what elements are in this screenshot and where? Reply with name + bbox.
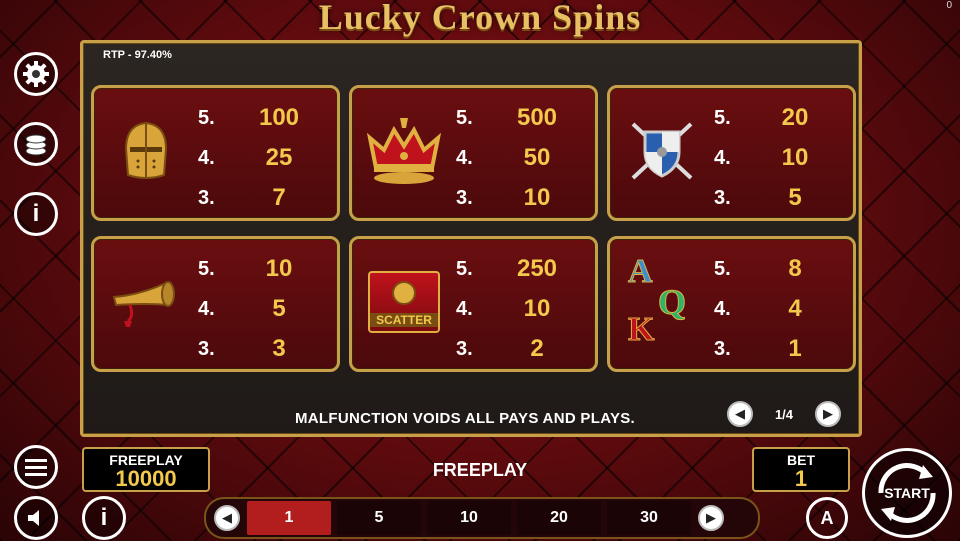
pay-value: 50 bbox=[523, 144, 551, 171]
pay-value: 10 bbox=[781, 144, 809, 171]
paytable-card-shield: 5. 20 4. 10 3. 5 bbox=[607, 85, 856, 221]
chevron-right-icon: ▶ bbox=[706, 510, 716, 525]
pay-count: 4. bbox=[198, 146, 215, 169]
paytable-card-crown: 5. 500 4. 50 3. 10 bbox=[349, 85, 598, 221]
pay-value: 3 bbox=[272, 335, 286, 362]
pay-value: 2 bbox=[530, 335, 544, 362]
pay-value: 25 bbox=[265, 144, 293, 171]
pay-count: 3. bbox=[198, 186, 215, 209]
autoplay-button[interactable]: A bbox=[806, 497, 848, 539]
paytable-panel: RTP - 97.40% 5. 100 4. 25 3. 7 5. 500 4.… bbox=[80, 40, 862, 437]
pay-value: 7 bbox=[272, 184, 286, 211]
pay-value: 20 bbox=[781, 104, 809, 131]
start-label: START bbox=[884, 485, 930, 501]
coins-button[interactable] bbox=[14, 122, 58, 166]
pay-value: 100 bbox=[258, 104, 300, 131]
coin-stack-icon bbox=[25, 134, 47, 156]
crown-icon bbox=[364, 106, 444, 196]
pay-value: 10 bbox=[265, 255, 293, 282]
pay-count: 3. bbox=[714, 186, 731, 209]
rtp-label: RTP - 97.40% bbox=[103, 49, 172, 61]
chevron-right-icon: ▶ bbox=[823, 406, 833, 421]
bet-increase-button[interactable]: ▶ bbox=[698, 505, 724, 531]
pay-value: 5 bbox=[788, 184, 802, 211]
prev-page-button[interactable]: ◀ bbox=[727, 401, 753, 427]
bet-box: BET 1 bbox=[752, 447, 850, 492]
letter-q: Q bbox=[657, 282, 687, 323]
corner-counter: 0 bbox=[946, 0, 952, 11]
chevron-left-icon: ◀ bbox=[735, 406, 745, 421]
bet-option[interactable]: 20 bbox=[517, 501, 601, 535]
malfunction-notice: MALFUNCTION VOIDS ALL PAYS AND PLAYS. bbox=[295, 410, 636, 427]
pay-value: 8 bbox=[788, 255, 802, 282]
info-icon: i bbox=[32, 200, 40, 227]
pay-value: 5 bbox=[272, 295, 286, 322]
pay-value: 250 bbox=[516, 255, 558, 282]
scatter-label: SCATTER bbox=[370, 313, 438, 327]
settings-button[interactable] bbox=[14, 52, 58, 96]
letter-k: K bbox=[627, 311, 655, 349]
scatter-icon: SCATTER bbox=[364, 257, 444, 347]
aqk-letters-icon: A Q K bbox=[622, 253, 702, 349]
pay-count: 5. bbox=[714, 106, 731, 129]
pay-count: 3. bbox=[198, 337, 215, 360]
pay-count: 4. bbox=[456, 297, 473, 320]
info-side-button[interactable]: i bbox=[14, 192, 58, 236]
pay-count: 5. bbox=[198, 257, 215, 280]
gear-icon bbox=[23, 61, 49, 87]
pay-value: 500 bbox=[516, 104, 558, 131]
letter-a: A bbox=[628, 253, 654, 291]
pay-count: 5. bbox=[198, 106, 215, 129]
paytable-card-helmet: 5. 100 4. 25 3. 7 bbox=[91, 85, 340, 221]
pay-value: 10 bbox=[523, 295, 551, 322]
shield-swords-icon bbox=[622, 106, 702, 196]
pay-count: 3. bbox=[714, 337, 731, 360]
pay-count: 3. bbox=[456, 337, 473, 360]
start-button[interactable]: START bbox=[862, 448, 952, 538]
bet-option[interactable]: 5 bbox=[337, 501, 421, 535]
pay-count: 3. bbox=[456, 186, 473, 209]
info-bottom-button[interactable]: i bbox=[82, 496, 126, 540]
horn-icon bbox=[106, 257, 186, 347]
bet-option[interactable]: 10 bbox=[427, 501, 511, 535]
pay-count: 4. bbox=[456, 146, 473, 169]
pay-value: 10 bbox=[523, 184, 551, 211]
bet-value: 1 bbox=[794, 466, 808, 491]
bet-option[interactable]: 30 bbox=[607, 501, 691, 535]
pay-count: 4. bbox=[714, 146, 731, 169]
pay-count: 5. bbox=[456, 106, 473, 129]
bet-option[interactable]: 1 bbox=[247, 501, 331, 535]
chevron-left-icon: ◀ bbox=[222, 510, 232, 525]
bet-decrease-button[interactable]: ◀ bbox=[214, 505, 240, 531]
pay-count: 5. bbox=[456, 257, 473, 280]
paytable-card-horn: 5. 10 4. 5 3. 3 bbox=[91, 236, 340, 372]
paytable-pager: ◀ 1/4 ▶ bbox=[727, 401, 841, 427]
autoplay-icon: A bbox=[820, 507, 834, 528]
pay-count: 5. bbox=[714, 257, 731, 280]
page-indicator: 1/4 bbox=[774, 406, 794, 422]
info-icon: i bbox=[100, 504, 108, 531]
game-title: Lucky Crown Spins bbox=[318, 0, 642, 37]
pay-value: 4 bbox=[788, 295, 802, 322]
pay-count: 4. bbox=[714, 297, 731, 320]
sound-button[interactable] bbox=[14, 496, 58, 540]
paytable-card-scatter: SCATTER 5. 250 4. 10 3. 2 bbox=[349, 236, 598, 372]
pay-count: 4. bbox=[198, 297, 215, 320]
paytable-card-aqk: A Q K 5. 8 4. 4 3. 1 bbox=[607, 236, 856, 372]
speaker-icon bbox=[28, 510, 39, 526]
next-page-button[interactable]: ▶ bbox=[815, 401, 841, 427]
knight-helmet-icon bbox=[106, 106, 186, 196]
bet-selector: ◀ 1 5 10 20 30 ▶ bbox=[204, 497, 760, 539]
pay-value: 1 bbox=[788, 335, 802, 362]
